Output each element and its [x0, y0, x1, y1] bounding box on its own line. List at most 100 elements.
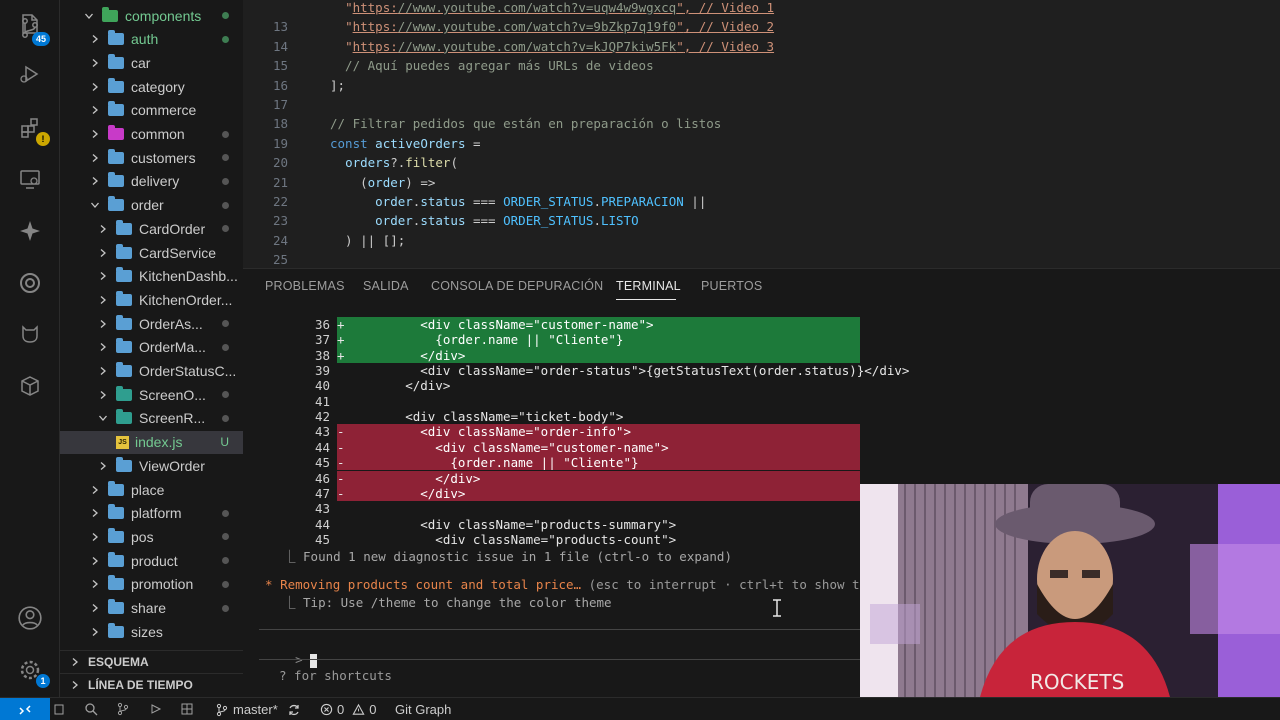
- code-text: "https://www.youtube.com/watch?v=kJQP7ki…: [345, 38, 775, 54]
- tab-debug-console[interactable]: CONSOLA DE DEPURACIÓN: [431, 279, 603, 293]
- folder-item[interactable]: pos: [60, 525, 243, 548]
- chevron-right-icon[interactable]: [96, 459, 110, 473]
- javascript-file-icon: JS: [116, 435, 129, 449]
- timeline-section[interactable]: LÍNEA DE TIEMPO: [60, 673, 243, 696]
- chevron-right-icon[interactable]: [96, 246, 110, 260]
- github-icon[interactable]: [14, 318, 46, 350]
- git-branch[interactable]: master*: [215, 702, 301, 717]
- diff-added-line: 37 + {order.name || "Cliente"}: [243, 332, 861, 348]
- chevron-right-icon[interactable]: [96, 364, 110, 378]
- chevron-right-icon[interactable]: [88, 506, 102, 520]
- modified-dot: [222, 391, 229, 399]
- code-text: // Aquí puedes agregar más URLs de video…: [330, 58, 654, 74]
- chevron-right-icon[interactable]: [88, 625, 102, 639]
- folder-item[interactable]: CardService: [60, 241, 243, 264]
- chevron-right-icon[interactable]: [68, 678, 82, 692]
- problems-summary[interactable]: 0 0: [320, 702, 376, 717]
- chevron-right-icon[interactable]: [88, 601, 102, 615]
- folder-item[interactable]: promotion: [60, 573, 243, 596]
- folder-item[interactable]: OrderStatusC...: [60, 360, 243, 383]
- folder-item[interactable]: KitchenDashb...: [60, 265, 243, 288]
- chevron-right-icon[interactable]: [88, 530, 102, 544]
- timeline-icon[interactable]: [14, 267, 46, 299]
- folder-item[interactable]: CardOrder: [60, 217, 243, 240]
- chevron-down-icon[interactable]: [82, 9, 96, 23]
- folder-item[interactable]: commerce: [60, 99, 243, 122]
- folder-item[interactable]: OrderMa...: [60, 336, 243, 359]
- folder-item[interactable]: sizes: [60, 620, 243, 643]
- chevron-right-icon[interactable]: [96, 222, 110, 236]
- chevron-right-icon[interactable]: [88, 127, 102, 141]
- account-icon[interactable]: [14, 602, 46, 634]
- tree-item-label: commerce: [131, 102, 197, 119]
- chevron-right-icon[interactable]: [96, 388, 110, 402]
- tab-ports[interactable]: PUERTOS: [701, 279, 762, 293]
- tab-problems[interactable]: PROBLEMAS: [265, 279, 345, 293]
- branch-icon[interactable]: [116, 702, 130, 716]
- chevron-right-icon[interactable]: [88, 80, 102, 94]
- extensions-icon[interactable]: !: [14, 112, 50, 146]
- folder-icon: [108, 101, 124, 117]
- chevron-right-icon[interactable]: [96, 340, 110, 354]
- folder-item[interactable]: product: [60, 549, 243, 572]
- settings-gear-icon[interactable]: 1: [14, 654, 50, 688]
- remote-indicator[interactable]: [0, 698, 50, 720]
- folder-icon: [108, 551, 124, 567]
- code-line: 24 ) || [];: [243, 231, 1280, 250]
- chevron-right-icon[interactable]: [88, 151, 102, 165]
- chevron-right-icon[interactable]: [68, 655, 82, 669]
- remote-explorer-icon[interactable]: [14, 163, 46, 195]
- folder-item[interactable]: platform: [60, 502, 243, 525]
- ai-sparkle-icon[interactable]: [14, 215, 46, 247]
- folder-item[interactable]: OrderAs...: [60, 312, 243, 335]
- modified-dot: [222, 177, 229, 185]
- debug-icon[interactable]: [148, 702, 162, 716]
- chevron-right-icon[interactable]: [96, 293, 110, 307]
- folder-item[interactable]: customers: [60, 146, 243, 169]
- folder-item[interactable]: components: [60, 4, 243, 27]
- folder-item[interactable]: car: [60, 51, 243, 74]
- chevron-right-icon[interactable]: [88, 56, 102, 70]
- folder-item[interactable]: place: [60, 478, 243, 501]
- chevron-right-icon[interactable]: [88, 577, 102, 591]
- chevron-down-icon[interactable]: [88, 198, 102, 212]
- folder-item[interactable]: category: [60, 75, 243, 98]
- chevron-down-icon[interactable]: [96, 411, 110, 425]
- chevron-right-icon[interactable]: [96, 317, 110, 331]
- run-debug-icon[interactable]: [14, 58, 46, 90]
- tab-terminal[interactable]: TERMINAL: [616, 279, 681, 293]
- search-icon[interactable]: [84, 702, 98, 716]
- file-item[interactable]: JS index.js U: [60, 430, 243, 454]
- packages-icon[interactable]: [14, 370, 46, 402]
- git-graph-button[interactable]: Git Graph: [395, 702, 451, 717]
- diagnostic-message: ⎿ Found 1 new diagnostic issue in 1 file…: [283, 549, 732, 564]
- folder-item[interactable]: common: [60, 123, 243, 146]
- chevron-right-icon[interactable]: [88, 554, 102, 568]
- source-control-icon[interactable]: 45: [14, 12, 50, 46]
- tree-item-label: ViewOrder: [139, 457, 205, 474]
- copy-icon[interactable]: [52, 702, 66, 716]
- folder-item[interactable]: ViewOrder: [60, 454, 243, 477]
- chevron-right-icon[interactable]: [88, 483, 102, 497]
- chevron-right-icon[interactable]: [88, 174, 102, 188]
- folder-item[interactable]: ScreenO...: [60, 383, 243, 406]
- modified-dot: [222, 320, 229, 328]
- folder-item[interactable]: order: [60, 194, 243, 217]
- line-number: 25: [272, 252, 288, 268]
- folder-icon: [102, 6, 118, 22]
- folder-item[interactable]: KitchenOrder...: [60, 288, 243, 311]
- outline-section[interactable]: ESQUEMA: [60, 650, 243, 673]
- folder-item[interactable]: share: [60, 597, 243, 620]
- chevron-right-icon[interactable]: [88, 32, 102, 46]
- folder-item[interactable]: ScreenR...: [60, 407, 243, 430]
- sync-icon[interactable]: [287, 703, 301, 717]
- folder-item[interactable]: auth: [60, 28, 243, 51]
- tree-item-label: components: [125, 7, 202, 24]
- prompt-divider-bottom: [259, 659, 861, 660]
- chevron-right-icon[interactable]: [96, 269, 110, 283]
- chevron-right-icon[interactable]: [88, 103, 102, 117]
- code-editor[interactable]: "https://www.youtube.com/watch?v=uqw4w9w…: [243, 0, 1280, 268]
- tab-output[interactable]: SALIDA: [363, 279, 409, 293]
- folder-item[interactable]: delivery: [60, 170, 243, 193]
- grid-icon[interactable]: [180, 702, 194, 716]
